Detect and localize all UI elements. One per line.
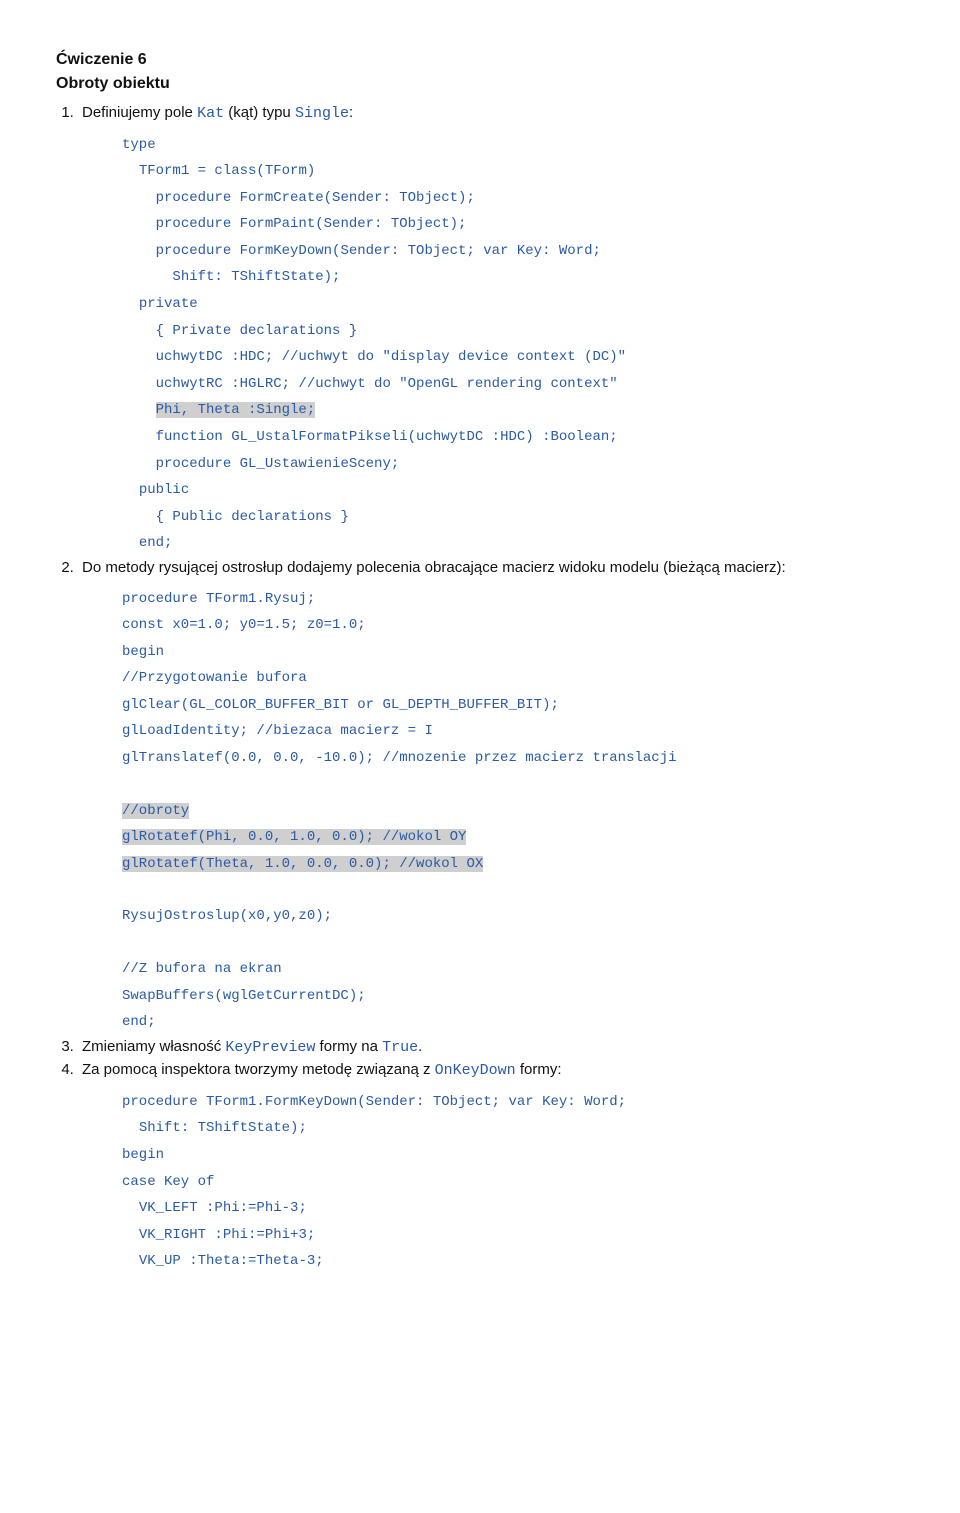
- code-line: glRotatef(Phi, 0.0, 1.0, 0.0); //wokol O…: [122, 824, 904, 851]
- code-line: procedure FormCreate(Sender: TObject);: [122, 185, 904, 212]
- code-line: function GL_UstalFormatPikseli(uchwytDC …: [122, 424, 904, 451]
- code-line: [122, 772, 904, 798]
- step-2-code: procedure TForm1.Rysuj;const x0=1.0; y0=…: [122, 586, 904, 1036]
- code-line: uchwytDC :HDC; //uchwyt do "display devi…: [122, 344, 904, 371]
- inline-code: Kat: [197, 105, 224, 122]
- step-1-text: Definiujemy pole Kat (kąt) typu Single:: [82, 104, 353, 121]
- code-line: VK_LEFT :Phi:=Phi-3;: [122, 1195, 904, 1222]
- code-line: //Z bufora na ekran: [122, 956, 904, 983]
- step-2: Do metody rysującej ostrosłup dodajemy p…: [78, 557, 904, 1036]
- code-line: [122, 930, 904, 956]
- code-line: procedure GL_UstawienieSceny;: [122, 451, 904, 478]
- step-2-text: Do metody rysującej ostrosłup dodajemy p…: [82, 559, 786, 576]
- code-line: VK_RIGHT :Phi:=Phi+3;: [122, 1222, 904, 1249]
- code-line: procedure TForm1.Rysuj;: [122, 586, 904, 613]
- code-line: Shift: TShiftState);: [122, 264, 904, 291]
- step-3: Zmieniamy własność KeyPreview formy na T…: [78, 1036, 904, 1060]
- step-1-code: type TForm1 = class(TForm) procedure For…: [122, 132, 904, 558]
- exercise-title: Obroty obiektu: [56, 72, 904, 96]
- code-line: const x0=1.0; y0=1.5; z0=1.0;: [122, 612, 904, 639]
- code-line: procedure TForm1.FormKeyDown(Sender: TOb…: [122, 1089, 904, 1116]
- code-line: //obroty: [122, 798, 904, 825]
- code-line: { Public declarations }: [122, 504, 904, 531]
- code-line: RysujOstroslup(x0,y0,z0);: [122, 903, 904, 930]
- step-4: Za pomocą inspektora tworzymy metodę zwi…: [78, 1059, 904, 1275]
- code-line: glRotatef(Theta, 1.0, 0.0, 0.0); //wokol…: [122, 851, 904, 878]
- code-line: Phi, Theta :Single;: [122, 397, 904, 424]
- inline-code: True: [382, 1039, 418, 1056]
- step-4-text: Za pomocą inspektora tworzymy metodę zwi…: [82, 1061, 562, 1078]
- step-1: Definiujemy pole Kat (kąt) typu Single: …: [78, 102, 904, 557]
- inline-code: KeyPreview: [225, 1039, 315, 1056]
- code-line: { Private declarations }: [122, 318, 904, 345]
- inline-code: Single: [295, 105, 349, 122]
- code-line: glClear(GL_COLOR_BUFFER_BIT or GL_DEPTH_…: [122, 692, 904, 719]
- code-line: type: [122, 132, 904, 159]
- code-line: private: [122, 291, 904, 318]
- code-line: TForm1 = class(TForm): [122, 158, 904, 185]
- code-line: VK_UP :Theta:=Theta-3;: [122, 1248, 904, 1275]
- code-line: procedure FormPaint(Sender: TObject);: [122, 211, 904, 238]
- steps-list: Definiujemy pole Kat (kąt) typu Single: …: [56, 102, 904, 1275]
- code-line: //Przygotowanie bufora: [122, 665, 904, 692]
- code-line: [122, 877, 904, 903]
- code-line: glTranslatef(0.0, 0.0, -10.0); //mnozeni…: [122, 745, 904, 772]
- code-line: Shift: TShiftState);: [122, 1115, 904, 1142]
- exercise-number: Ćwiczenie 6: [56, 48, 904, 72]
- code-line: SwapBuffers(wglGetCurrentDC);: [122, 983, 904, 1010]
- code-line: end;: [122, 530, 904, 557]
- code-line: glLoadIdentity; //biezaca macierz = I: [122, 718, 904, 745]
- code-line: case Key of: [122, 1169, 904, 1196]
- code-line: end;: [122, 1009, 904, 1036]
- step-4-code: procedure TForm1.FormKeyDown(Sender: TOb…: [122, 1089, 904, 1275]
- code-line: procedure FormKeyDown(Sender: TObject; v…: [122, 238, 904, 265]
- code-line: begin: [122, 639, 904, 666]
- code-line: uchwytRC :HGLRC; //uchwyt do "OpenGL ren…: [122, 371, 904, 398]
- step-3-text: Zmieniamy własność KeyPreview formy na T…: [82, 1038, 422, 1055]
- code-line: begin: [122, 1142, 904, 1169]
- code-line: public: [122, 477, 904, 504]
- inline-code: OnKeyDown: [435, 1062, 516, 1079]
